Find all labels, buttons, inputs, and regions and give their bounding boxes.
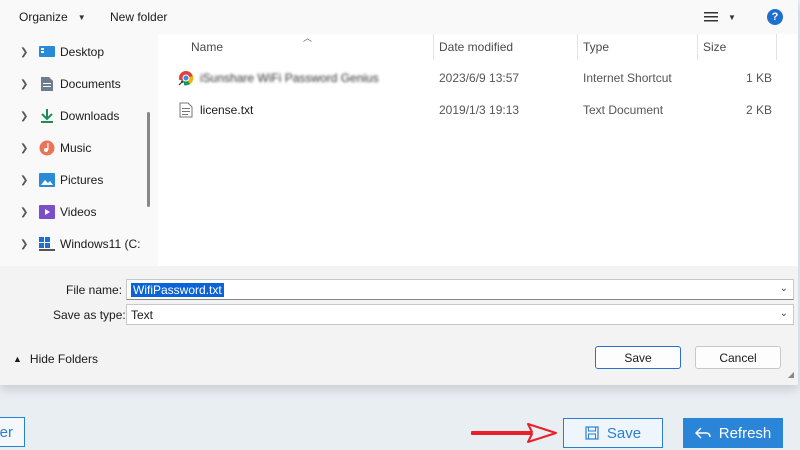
floppy-disk-icon — [585, 426, 599, 440]
file-row[interactable]: license.txt 2019/1/3 19:13 Text Document… — [158, 95, 798, 125]
file-type: Text Document — [583, 103, 664, 117]
chevron-right-icon: ❯ — [20, 110, 29, 122]
column-divider[interactable] — [776, 34, 777, 60]
downloads-icon — [39, 108, 55, 124]
column-header-label: Size — [703, 40, 727, 54]
chevron-down-icon[interactable]: ⌄ — [780, 283, 788, 294]
chevron-down-icon: ▼ — [77, 12, 86, 22]
file-name-text: iSunshare WiFi Password Genius — [200, 71, 379, 85]
refresh-label: Refresh — [718, 424, 772, 442]
file-name: iSunshare WiFi Password Genius — [200, 63, 379, 93]
column-divider[interactable] — [697, 34, 698, 60]
nav-item-pictures[interactable]: ❯ Pictures — [0, 168, 150, 192]
chevron-right-icon: ❯ — [20, 206, 29, 218]
background-left-button[interactable]: er — [0, 417, 25, 447]
chevron-down-icon[interactable]: ⌄ — [780, 308, 788, 319]
navigation-pane: ❯ Desktop ❯ Documents ❯ Downloads ❯ Musi… — [0, 34, 158, 266]
chevron-right-icon: ❯ — [20, 174, 29, 186]
nav-label: Desktop — [60, 45, 105, 59]
new-folder-button[interactable]: New folder — [110, 0, 167, 34]
column-divider[interactable] — [577, 34, 578, 60]
new-folder-label: New folder — [110, 10, 168, 24]
nav-item-downloads[interactable]: ❯ Downloads — [0, 104, 150, 128]
column-divider[interactable] — [433, 34, 434, 60]
chevron-right-icon: ❯ — [20, 238, 29, 250]
videos-icon — [39, 204, 55, 220]
column-header-name[interactable]: Name — [191, 34, 223, 60]
file-list: ︿ Name Date modified Type Size iSunshare… — [158, 33, 798, 266]
nav-item-music[interactable]: ❯ Music — [0, 136, 150, 160]
sort-ascending-icon: ︿ — [303, 33, 313, 43]
nav-item-desktop[interactable]: ❯ Desktop — [0, 40, 150, 64]
desktop-icon — [39, 44, 55, 60]
file-name: license.txt — [200, 103, 254, 117]
savetype-label: Save as type: — [53, 308, 126, 322]
chrome-shortcut-icon — [178, 63, 194, 93]
background-left-button-label: er — [0, 423, 13, 441]
pictures-icon — [39, 172, 55, 188]
filename-value: WifiPassword.txt — [131, 282, 224, 297]
list-view-icon — [704, 12, 718, 22]
nav-label: Windows11 (C: — [60, 237, 141, 251]
save-form: File name: WifiPassword.txt ⌄ Save as ty… — [0, 266, 798, 385]
column-header-label: Name — [191, 40, 224, 54]
chevron-right-icon: ❯ — [20, 46, 29, 58]
column-header-type[interactable]: Type — [583, 34, 609, 60]
organize-label: Organize — [19, 10, 68, 24]
nav-label: Videos — [60, 205, 97, 219]
nav-label: Downloads — [60, 109, 120, 123]
refresh-arrow-icon — [694, 427, 711, 439]
red-arrow-annotation — [471, 423, 557, 443]
file-size: 2 KB — [746, 103, 773, 117]
column-header-label: Type — [583, 40, 610, 54]
text-file-icon — [179, 95, 193, 125]
music-icon — [39, 140, 55, 156]
hide-folders-label: Hide Folders — [29, 352, 98, 366]
documents-icon — [39, 76, 55, 92]
organize-menu[interactable]: Organize ▼ — [19, 0, 86, 34]
chevron-right-icon: ❯ — [20, 78, 29, 90]
file-type: Internet Shortcut — [583, 71, 672, 85]
chevron-up-icon: ▲ — [13, 354, 22, 364]
navigation-scrollbar[interactable] — [147, 112, 150, 207]
savetype-value: Text — [131, 307, 154, 322]
column-header-date[interactable]: Date modified — [439, 34, 513, 60]
background-save-label: Save — [606, 424, 642, 442]
column-header-size[interactable]: Size — [703, 34, 726, 60]
chevron-right-icon: ❯ — [20, 142, 29, 154]
dialog-save-label: Save — [624, 350, 652, 365]
save-as-dialog: Organize ▼ New folder ▼ ? ❯ Desktop ❯ Do… — [0, 0, 798, 385]
chevron-down-icon: ▼ — [728, 12, 736, 22]
filename-label: File name: — [66, 283, 123, 297]
file-date: 2019/1/3 19:13 — [439, 103, 520, 117]
refresh-button[interactable]: Refresh — [683, 418, 783, 448]
nav-item-drive[interactable]: ❯ Windows11 (C: — [0, 232, 150, 256]
dialog-save-button[interactable]: Save — [595, 346, 681, 369]
dialog-toolbar: Organize ▼ New folder ▼ ? — [0, 0, 798, 34]
resize-grip-icon[interactable]: ◢ — [788, 370, 794, 379]
help-icon: ? — [771, 11, 779, 23]
file-size: 1 KB — [746, 71, 773, 85]
file-row[interactable]: iSunshare WiFi Password Genius 2023/6/9 … — [158, 63, 798, 93]
view-options-button[interactable]: ▼ — [704, 0, 736, 34]
dialog-cancel-button[interactable]: Cancel — [695, 346, 781, 369]
column-header-label: Date modified — [439, 40, 514, 54]
help-button[interactable]: ? — [767, 9, 783, 25]
background-save-button[interactable]: Save — [563, 418, 663, 448]
savetype-select[interactable]: Text ⌄ — [126, 304, 794, 325]
nav-label: Documents — [60, 77, 121, 91]
file-date: 2023/6/9 13:57 — [439, 71, 520, 85]
drive-icon — [39, 236, 55, 252]
filename-input[interactable]: WifiPassword.txt ⌄ — [126, 279, 794, 300]
nav-label: Pictures — [60, 173, 104, 187]
dialog-cancel-label: Cancel — [719, 350, 757, 365]
nav-label: Music — [60, 141, 92, 155]
hide-folders-toggle[interactable]: ▲ Hide Folders — [13, 352, 98, 366]
nav-item-videos[interactable]: ❯ Videos — [0, 200, 150, 224]
nav-item-documents[interactable]: ❯ Documents — [0, 72, 150, 96]
